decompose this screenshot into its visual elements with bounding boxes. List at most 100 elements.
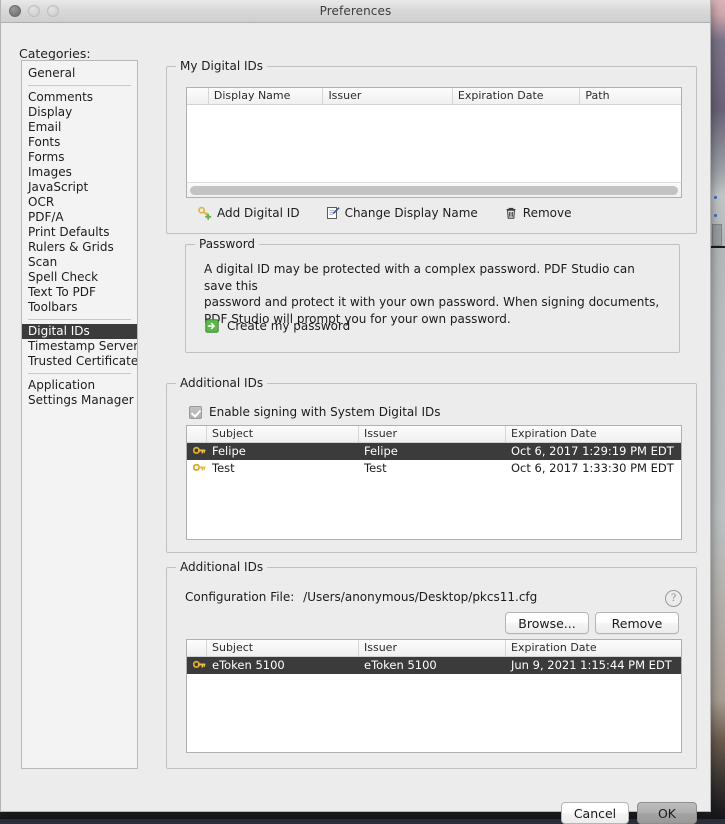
bg-dot-2 bbox=[714, 214, 717, 217]
help-question-icon[interactable]: ? bbox=[665, 590, 682, 607]
my-digital-ids-legend: My Digital IDs bbox=[176, 59, 267, 73]
additional-ids-pkcs11-rows: eToken 5100eToken 5100Jun 9, 2021 1:15:4… bbox=[187, 657, 681, 674]
sidebar-item-general[interactable]: General bbox=[22, 66, 137, 81]
col-expiration-date[interactable]: Expiration Date bbox=[453, 88, 580, 104]
sidebar-item-label: Timestamp Servers bbox=[28, 339, 138, 353]
col-expiration-date[interactable]: Expiration Date bbox=[506, 426, 681, 442]
sidebar-item-timestamp-servers[interactable]: Timestamp Servers bbox=[22, 339, 137, 354]
remove-config-button[interactable]: Remove bbox=[595, 612, 679, 634]
sidebar-item-pdf-a[interactable]: PDF/A bbox=[22, 210, 137, 225]
col-issuer[interactable]: Issuer bbox=[323, 88, 452, 104]
sidebar-item-images[interactable]: Images bbox=[22, 165, 137, 180]
sidebar-item-label: Trusted Certificates bbox=[28, 354, 138, 368]
create-my-password-label: Create my password bbox=[227, 319, 350, 333]
sidebar-item-rulers-grids[interactable]: Rulers & Grids bbox=[22, 240, 137, 255]
my-digital-ids-table[interactable]: Display Name Issuer Expiration Date Path bbox=[186, 87, 682, 198]
categories-separator bbox=[28, 319, 131, 320]
zoom-button[interactable] bbox=[47, 5, 59, 17]
sidebar-item-label: Forms bbox=[28, 150, 64, 164]
categories-list[interactable]: General CommentsDisplayEmailFontsFormsIma… bbox=[21, 60, 138, 769]
trash-icon bbox=[504, 206, 518, 220]
additional-ids-pkcs11-table-header: Subject Issuer Expiration Date bbox=[187, 640, 681, 657]
key-icon bbox=[187, 462, 207, 475]
table-row[interactable]: FelipeFelipeOct 6, 2017 1:29:19 PM EDT bbox=[187, 443, 681, 460]
col-icon bbox=[187, 88, 209, 104]
sidebar-item-label: OCR bbox=[28, 195, 54, 209]
enable-system-digital-ids-checkbox[interactable] bbox=[189, 406, 202, 419]
categories-separator bbox=[28, 373, 131, 374]
browse-button[interactable]: Browse... bbox=[505, 612, 589, 634]
sidebar-item-forms[interactable]: Forms bbox=[22, 150, 137, 165]
col-issuer[interactable]: Issuer bbox=[359, 426, 506, 442]
add-digital-id-button[interactable]: Add Digital ID bbox=[198, 206, 300, 220]
green-arrow-icon bbox=[205, 319, 219, 333]
additional-ids-system-table[interactable]: Subject Issuer Expiration Date FelipeFel… bbox=[186, 425, 682, 540]
sidebar-item-label: Fonts bbox=[28, 135, 60, 149]
col-subject[interactable]: Subject bbox=[207, 426, 359, 442]
my-digital-ids-table-header: Display Name Issuer Expiration Date Path bbox=[187, 88, 681, 105]
sidebar-item-label: Text To PDF bbox=[28, 285, 96, 299]
my-digital-ids-toolbar: Add Digital ID Change Display Name bbox=[198, 206, 571, 220]
col-display-name[interactable]: Display Name bbox=[209, 88, 324, 104]
sidebar-item-application[interactable]: Application bbox=[22, 378, 137, 393]
sidebar-item-settings-manager[interactable]: Settings Manager bbox=[22, 393, 137, 408]
sidebar-item-email[interactable]: Email bbox=[22, 120, 137, 135]
sidebar-item-label: General bbox=[28, 66, 75, 80]
sidebar-item-javascript[interactable]: JavaScript bbox=[22, 180, 137, 195]
table-row[interactable]: TestTestOct 6, 2017 1:33:30 PM EDT bbox=[187, 460, 681, 477]
my-digital-ids-hscrollbar[interactable] bbox=[187, 182, 681, 197]
additional-ids-system-table-header: Subject Issuer Expiration Date bbox=[187, 426, 681, 443]
sidebar-item-ocr[interactable]: OCR bbox=[22, 195, 137, 210]
enable-system-digital-ids-label: Enable signing with System Digital IDs bbox=[209, 405, 440, 419]
col-subject[interactable]: Subject bbox=[207, 640, 359, 656]
cell-issuer: eToken 5100 bbox=[359, 657, 506, 674]
col-issuer[interactable]: Issuer bbox=[359, 640, 506, 656]
sidebar-item-text-to-pdf[interactable]: Text To PDF bbox=[22, 285, 137, 300]
remove-digital-id-button[interactable]: Remove bbox=[504, 206, 572, 220]
close-button[interactable] bbox=[9, 5, 21, 17]
window-titlebar: Preferences bbox=[1, 0, 710, 23]
cell-expiration-date: Oct 6, 2017 1:33:30 PM EDT bbox=[506, 460, 681, 477]
cancel-button[interactable]: Cancel bbox=[561, 802, 629, 824]
sidebar-item-print-defaults[interactable]: Print Defaults bbox=[22, 225, 137, 240]
enable-system-digital-ids-row[interactable]: Enable signing with System Digital IDs bbox=[189, 405, 440, 419]
sidebar-item-fonts[interactable]: Fonts bbox=[22, 135, 137, 150]
scrollbar-thumb[interactable] bbox=[190, 186, 678, 195]
change-display-name-button[interactable]: Change Display Name bbox=[326, 206, 478, 220]
add-digital-id-label: Add Digital ID bbox=[217, 206, 300, 220]
sidebar-item-label: Email bbox=[28, 120, 61, 134]
key-icon bbox=[187, 445, 207, 458]
ok-button[interactable]: OK bbox=[637, 802, 697, 824]
traffic-lights bbox=[9, 5, 59, 17]
sidebar-item-spell-check[interactable]: Spell Check bbox=[22, 270, 137, 285]
table-row[interactable]: eToken 5100eToken 5100Jun 9, 2021 1:15:4… bbox=[187, 657, 681, 674]
sidebar-item-digital-ids[interactable]: Digital IDs bbox=[22, 324, 137, 339]
configuration-file-value: /Users/anonymous/Desktop/pkcs11.cfg bbox=[303, 590, 537, 604]
cell-expiration-date: Oct 6, 2017 1:29:19 PM EDT bbox=[506, 443, 681, 460]
sidebar-item-display[interactable]: Display bbox=[22, 105, 137, 120]
col-path[interactable]: Path bbox=[580, 88, 681, 104]
col-expiration-date[interactable]: Expiration Date bbox=[506, 640, 681, 656]
sidebar-item-trusted-certificates[interactable]: Trusted Certificates bbox=[22, 354, 137, 369]
sidebar-item-label: PDF/A bbox=[28, 210, 64, 224]
password-description: A digital ID may be protected with a com… bbox=[204, 261, 664, 327]
edit-note-icon bbox=[326, 206, 340, 220]
categories-label: Categories: bbox=[19, 46, 91, 61]
categories-separator bbox=[28, 85, 131, 86]
cell-expiration-date: Jun 9, 2021 1:15:44 PM EDT bbox=[506, 657, 681, 674]
sidebar-item-label: Rulers & Grids bbox=[28, 240, 114, 254]
sidebar-item-scan[interactable]: Scan bbox=[22, 255, 137, 270]
additional-ids-pkcs11-table[interactable]: Subject Issuer Expiration Date eToken 51… bbox=[186, 639, 682, 753]
create-my-password-button[interactable]: Create my password bbox=[205, 319, 350, 333]
sidebar-item-label: Application bbox=[28, 378, 95, 392]
remove-digital-id-label: Remove bbox=[523, 206, 572, 220]
window-content: Categories: GeneralCommentsDisplayEmailF… bbox=[1, 23, 710, 812]
minimize-button[interactable] bbox=[28, 5, 40, 17]
cell-issuer: Test bbox=[359, 460, 506, 477]
additional-ids-system-rows: FelipeFelipeOct 6, 2017 1:29:19 PM EDTTe… bbox=[187, 443, 681, 477]
sidebar-item-toolbars[interactable]: Toolbars bbox=[22, 300, 137, 315]
sidebar-item-label: JavaScript bbox=[28, 180, 88, 194]
sidebar-item-comments[interactable]: Comments bbox=[22, 90, 137, 105]
cell-subject: Test bbox=[207, 460, 359, 477]
cell-subject: Felipe bbox=[207, 443, 359, 460]
